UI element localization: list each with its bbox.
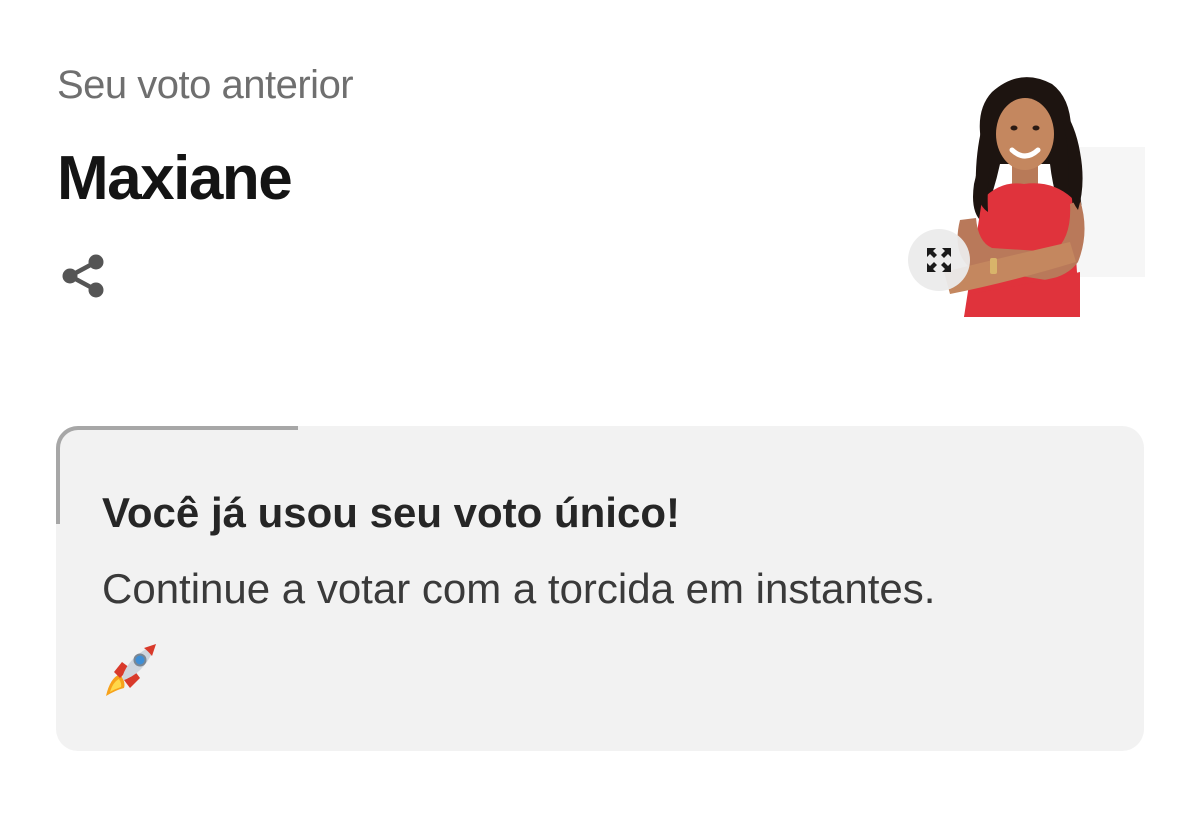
previous-vote-label: Seu voto anterior bbox=[57, 63, 354, 107]
vote-used-notice: Você já usou seu voto único! Continue a … bbox=[56, 426, 1144, 751]
rocket-icon bbox=[100, 638, 162, 700]
notice-message: Continue a votar com a torcida em instan… bbox=[102, 565, 936, 612]
vote-result-page: Seu voto anterior Maxiane Você já usou s… bbox=[0, 0, 1200, 831]
share-icon bbox=[62, 254, 104, 298]
notice-title: Você já usou seu voto único! bbox=[102, 489, 680, 536]
candidate-photo[interactable] bbox=[930, 72, 1150, 317]
expand-photo-button[interactable] bbox=[908, 229, 970, 291]
share-button[interactable] bbox=[58, 250, 110, 302]
candidate-name: Maxiane bbox=[57, 144, 293, 213]
expand-icon bbox=[927, 248, 951, 272]
